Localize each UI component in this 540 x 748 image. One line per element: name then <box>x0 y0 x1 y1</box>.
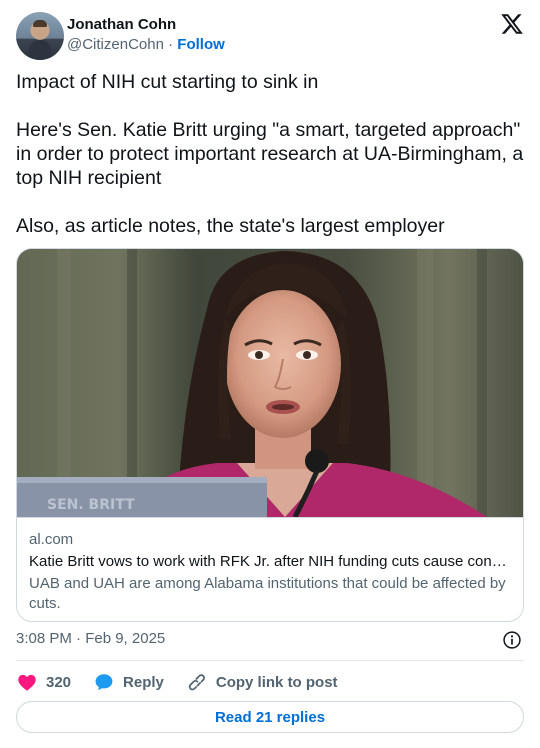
link-icon <box>188 674 205 691</box>
follow-link[interactable]: Follow <box>177 36 225 53</box>
x-logo-icon[interactable] <box>500 12 524 36</box>
author-handle-row: @CitizenCohn · Follow <box>67 36 225 53</box>
reply-button[interactable]: Reply <box>93 671 164 693</box>
copy-link-label: Copy link to post <box>215 673 338 691</box>
copy-link-button[interactable]: Copy link to post <box>186 671 338 693</box>
tweet-timestamp[interactable]: 3:08 PM · Feb 9, 2025 <box>16 630 165 647</box>
tweet-actions: 320 Reply Copy link to post <box>16 670 360 694</box>
link-card-meta: al.com Katie Britt vows to work with RFK… <box>17 517 523 621</box>
link-card-image: SEN. BRITT <box>17 249 523 517</box>
tweet-header: Jonathan Cohn @CitizenCohn · Follow <box>16 12 524 60</box>
tweet-text: Impact of NIH cut starting to sink in He… <box>16 71 524 237</box>
author-handle[interactable]: @CitizenCohn <box>67 36 164 53</box>
actions-divider <box>16 660 524 661</box>
link-card-domain: al.com <box>29 531 74 548</box>
handle-separator: · <box>168 36 174 53</box>
author-name[interactable]: Jonathan Cohn <box>67 16 176 33</box>
link-card-description: UAB and UAH are among Alabama institutio… <box>29 575 506 612</box>
read-replies-button[interactable]: Read 21 replies <box>16 701 524 733</box>
senator-photo: SEN. BRITT <box>17 249 523 517</box>
nameplate-text: SEN. BRITT <box>47 497 135 513</box>
link-card-title[interactable]: Katie Britt vows to work with RFK Jr. af… <box>29 552 513 572</box>
reply-label: Reply <box>123 673 164 691</box>
like-count: 320 <box>46 673 72 691</box>
info-icon[interactable] <box>502 630 522 650</box>
reply-bubble-icon <box>95 674 113 691</box>
like-button[interactable]: 320 <box>16 671 71 693</box>
link-card[interactable]: SEN. BRITT al.com Katie Britt vows to wo… <box>16 248 524 622</box>
heart-icon <box>18 674 36 691</box>
author-avatar[interactable] <box>16 12 64 60</box>
